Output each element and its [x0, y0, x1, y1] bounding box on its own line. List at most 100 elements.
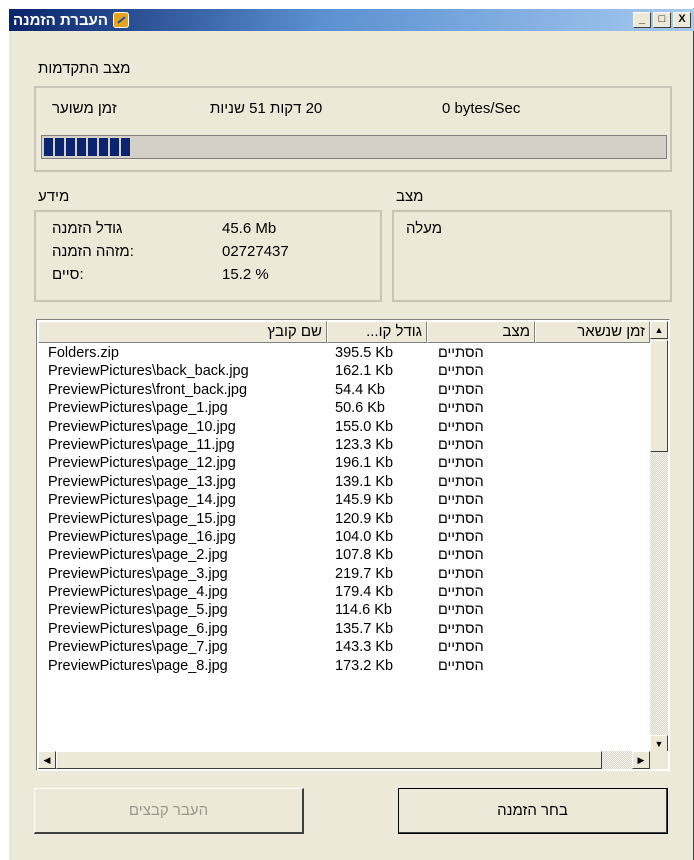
table-row[interactable]: PreviewPictures\page_5.jpg 114.6 Kb הסתיים: [38, 601, 650, 619]
table-row[interactable]: PreviewPictures\front_back.jpg 54.4 Kb הסת…: [38, 381, 650, 399]
table-row[interactable]: PreviewPictures\page_4.jpg 179.4 Kb הסתיים: [38, 583, 650, 601]
horizontal-scrollbar[interactable]: ◀ ▶: [38, 751, 650, 769]
file-name-cell: PreviewPictures\page_8.jpg: [48, 657, 228, 674]
file-name-cell: PreviewPictures\page_12.jpg: [48, 455, 236, 472]
table-row[interactable]: PreviewPictures\page_16.jpg 104.0 Kb הסתיי…: [38, 528, 650, 546]
scroll-up-button[interactable]: ▲: [650, 321, 668, 339]
status-section-label: מצב: [396, 188, 424, 205]
file-size-cell: 145.9 Kb: [335, 492, 394, 509]
maximize-button[interactable]: □: [653, 12, 671, 28]
title-bar[interactable]: העברת הזמנה _ □ X: [9, 9, 694, 31]
table-row[interactable]: PreviewPictures\page_7.jpg 143.3 Kb הסתיים: [38, 638, 650, 656]
status-value: מעלה: [406, 220, 443, 237]
column-header-status[interactable]: מצב: [427, 321, 535, 343]
info-section-label: מידע: [38, 188, 70, 205]
table-row[interactable]: PreviewPictures\page_10.jpg 155.0 Kb הסתיי…: [38, 418, 650, 436]
app-transfer-icon[interactable]: [112, 12, 129, 28]
estimated-time-label: זמן משוער: [52, 100, 117, 117]
order-size-value: 45.6 Mb: [222, 220, 277, 237]
scroll-right-button[interactable]: ▶: [632, 751, 650, 769]
progress-bar: [41, 135, 667, 159]
progress-segment: [110, 138, 119, 156]
file-status-cell: הסתיים: [438, 657, 484, 674]
progress-segment: [121, 138, 130, 156]
file-name-cell: PreviewPictures\page_7.jpg: [48, 639, 228, 656]
table-row[interactable]: PreviewPictures\page_2.jpg 107.8 Kb הסתיים: [38, 546, 650, 564]
file-size-cell: 155.0 Kb: [335, 418, 394, 435]
file-size-cell: 162.1 Kb: [335, 363, 394, 380]
table-row[interactable]: PreviewPictures\page_15.jpg 120.9 Kb הסתיי…: [38, 510, 650, 528]
table-row[interactable]: PreviewPictures\page_12.jpg 196.1 Kb הסתיי…: [38, 454, 650, 472]
table-row[interactable]: PreviewPictures\page_11.jpg 123.3 Kb הסתיי…: [38, 436, 650, 454]
order-id-value: 02727437: [222, 243, 289, 260]
completed-label: :סיים: [52, 266, 84, 283]
file-name-cell: PreviewPictures\page_2.jpg: [48, 547, 228, 564]
file-status-cell: הסתיים: [438, 510, 484, 527]
file-name-cell: PreviewPictures\page_5.jpg: [48, 602, 228, 619]
file-size-cell: 219.7 Kb: [335, 565, 394, 582]
table-row[interactable]: PreviewPictures\page_1.jpg 50.6 Kb הסתיים: [38, 399, 650, 417]
progress-segment: [66, 138, 75, 156]
file-size-cell: 395.5 Kb: [335, 345, 394, 361]
close-button[interactable]: X: [673, 12, 691, 28]
file-status-cell: הסתיים: [438, 565, 484, 582]
file-name-cell: PreviewPictures\page_4.jpg: [48, 584, 228, 601]
minimize-button[interactable]: _: [633, 12, 651, 28]
file-status-cell: הסתיים: [438, 381, 484, 398]
progress-segment: [55, 138, 64, 156]
file-size-cell: 120.9 Kb: [335, 510, 394, 527]
completed-value: 15.2 %: [222, 266, 269, 283]
file-status-cell: הסתיים: [438, 363, 484, 380]
table-row[interactable]: PreviewPictures\page_14.jpg 145.9 Kb הסתיי…: [38, 491, 650, 509]
progress-segment: [99, 138, 108, 156]
file-name-cell: PreviewPictures\page_10.jpg: [48, 418, 236, 435]
scrollbar-corner: [650, 751, 668, 769]
file-size-cell: 107.8 Kb: [335, 547, 394, 564]
file-size-cell: 139.1 Kb: [335, 473, 394, 490]
column-header-filename[interactable]: שם קובץ: [38, 321, 327, 343]
file-status-cell: הסתיים: [438, 584, 484, 601]
file-status-cell: הסתיים: [438, 455, 484, 472]
caption-buttons: _ □ X: [631, 12, 691, 28]
table-row[interactable]: PreviewPictures\page_3.jpg 219.7 Kb הסתיים: [38, 565, 650, 583]
table-row[interactable]: Folders.zip 395.5 Kb הסתיים: [38, 344, 650, 362]
horizontal-scroll-thumb[interactable]: [56, 751, 602, 769]
file-name-cell: Folders.zip: [48, 345, 119, 361]
file-name-cell: PreviewPictures\page_13.jpg: [48, 473, 236, 490]
file-size-cell: 179.4 Kb: [335, 584, 394, 601]
file-status-cell: הסתיים: [438, 345, 484, 361]
column-header-time-left[interactable]: זמן שנשאר: [535, 321, 650, 343]
table-row[interactable]: PreviewPictures\back_back.jpg 162.1 Kb הסת…: [38, 362, 650, 380]
vertical-scrollbar[interactable]: ▲ ▼: [650, 321, 668, 753]
column-header-size[interactable]: גודל קו...: [327, 321, 427, 343]
progress-section-label: מצב התקדמות: [38, 60, 131, 77]
scroll-left-button[interactable]: ◀: [38, 751, 56, 769]
order-size-label: גודל הזמנה: [52, 220, 123, 237]
order-id-label: :מזהה הזמנה: [52, 243, 134, 260]
table-row[interactable]: PreviewPictures\page_8.jpg 173.2 Kb הסתיים: [38, 657, 650, 675]
progress-panel: [34, 86, 672, 172]
file-name-cell: PreviewPictures\page_11.jpg: [48, 436, 235, 453]
vertical-scroll-thumb[interactable]: [650, 340, 668, 452]
table-row[interactable]: PreviewPictures\page_13.jpg 139.1 Kb הסתיי…: [38, 473, 650, 491]
progress-bar-fill: [44, 138, 130, 156]
file-size-cell: 50.6 Kb: [335, 400, 385, 417]
estimated-time-value: 20 דקות 51 שניות: [210, 100, 323, 117]
file-status-cell: הסתיים: [438, 639, 484, 656]
transfer-files-button[interactable]: העבר קבצים: [34, 788, 304, 834]
file-list[interactable]: שם קובץ גודל קו... מצב זמן שנשאר Folders…: [36, 319, 670, 771]
file-size-cell: 143.3 Kb: [335, 639, 394, 656]
choose-order-button[interactable]: בחר הזמנה: [398, 788, 668, 834]
file-status-cell: הסתיים: [438, 473, 484, 490]
table-row[interactable]: PreviewPictures\page_6.jpg 135.7 Kb הסתיים: [38, 620, 650, 638]
file-status-cell: הסתיים: [438, 418, 484, 435]
file-name-cell: PreviewPictures\page_1.jpg: [48, 400, 228, 417]
file-status-cell: הסתיים: [438, 547, 484, 564]
file-status-cell: הסתיים: [438, 620, 484, 637]
file-status-cell: הסתיים: [438, 602, 484, 619]
file-size-cell: 104.0 Kb: [335, 528, 394, 545]
file-name-cell: PreviewPictures\page_14.jpg: [48, 492, 236, 509]
window-title: העברת הזמנה: [13, 11, 108, 29]
progress-segment: [88, 138, 97, 156]
file-size-cell: 114.6 Kb: [335, 602, 392, 619]
